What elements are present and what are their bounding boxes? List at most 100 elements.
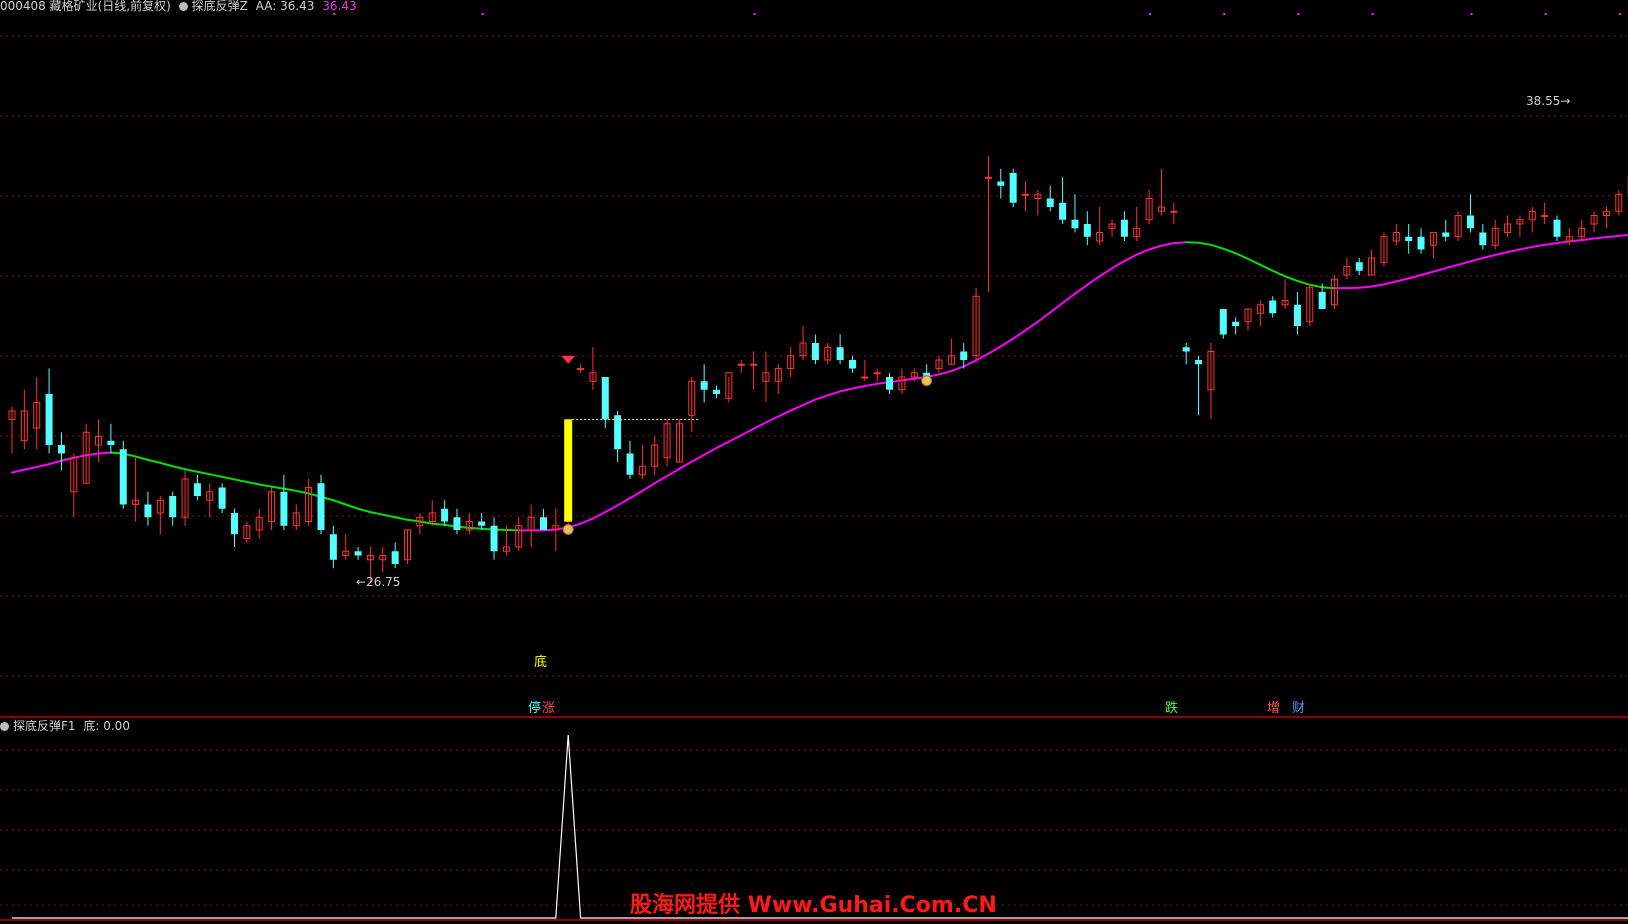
ma-segment — [1024, 320, 1039, 332]
candle — [861, 360, 869, 382]
candle — [614, 411, 622, 462]
candle-body — [1059, 202, 1067, 220]
candle-body — [478, 521, 486, 526]
ma-segment — [740, 427, 755, 437]
candle — [836, 334, 844, 365]
ma-segment — [1481, 254, 1497, 259]
ma-segment — [1420, 270, 1435, 276]
ma-segment — [851, 384, 866, 390]
candle — [997, 168, 1005, 199]
candle — [453, 508, 461, 535]
candle-body — [1009, 173, 1017, 203]
candle-body — [45, 394, 53, 445]
candle — [1133, 207, 1141, 241]
ma-segment — [1444, 263, 1460, 270]
ma-segment — [1036, 311, 1052, 323]
candle — [1182, 343, 1190, 365]
sub-indicator-name[interactable]: 探底反弹F1 — [13, 719, 76, 733]
ma-segment — [1234, 252, 1249, 260]
candle — [218, 483, 226, 513]
sub-grid — [0, 749, 1628, 906]
indicator-toggle-icon[interactable] — [178, 2, 188, 11]
ma-segment — [394, 516, 409, 521]
candle — [1244, 308, 1252, 331]
candle-body — [614, 415, 622, 450]
ma-segment — [1222, 247, 1237, 255]
ma-segment — [369, 511, 384, 516]
ma-segment — [196, 470, 211, 476]
candle — [886, 372, 894, 394]
candle — [626, 440, 634, 479]
ma-segment — [975, 352, 990, 362]
candle — [379, 547, 387, 573]
signal-dot — [1223, 13, 1226, 15]
ma-segment — [1271, 269, 1287, 278]
ma-segment — [999, 337, 1015, 348]
ma-segment — [159, 461, 174, 468]
candle — [490, 517, 498, 560]
ma-segment — [690, 453, 706, 463]
ma-segment — [332, 499, 347, 506]
ma-segment — [1432, 267, 1447, 273]
candle — [1528, 207, 1536, 233]
candle-body — [490, 525, 498, 552]
candle — [1195, 355, 1203, 416]
ma-segment — [245, 480, 261, 486]
rise-label: 涨 — [542, 701, 556, 716]
candle-body — [441, 508, 449, 522]
candle — [811, 334, 819, 365]
candle-body — [1083, 224, 1091, 237]
ma-segment — [468, 526, 483, 530]
candle — [478, 513, 486, 530]
candle-body — [700, 381, 708, 390]
candle — [848, 355, 856, 373]
ma-segment — [406, 518, 421, 523]
ma-segment — [678, 460, 693, 470]
candle — [156, 496, 164, 535]
candle-body — [317, 483, 325, 530]
ma-segment — [1469, 257, 1484, 263]
ma-segment — [134, 455, 149, 461]
stock-chart-canvas[interactable] — [0, 0, 1628, 924]
candle — [1046, 185, 1054, 212]
candle — [663, 419, 671, 467]
candle-body — [960, 351, 968, 360]
candle-body — [997, 181, 1005, 186]
ma-segment — [146, 458, 162, 464]
candle — [1392, 224, 1400, 246]
indicator-name[interactable]: 探底反弹Z — [192, 0, 248, 13]
candle — [799, 326, 807, 360]
ma-segment — [1148, 244, 1163, 251]
candle — [1429, 232, 1437, 258]
ma-segment — [233, 478, 248, 483]
candle-body — [107, 440, 115, 445]
candle-body — [1120, 219, 1128, 237]
candle — [169, 491, 177, 526]
ma-segment — [1556, 240, 1571, 245]
candle — [638, 445, 646, 479]
candle — [1009, 168, 1017, 207]
ma-segment — [641, 482, 656, 492]
candle — [688, 377, 696, 433]
candle — [1491, 219, 1499, 250]
candle — [206, 483, 214, 518]
candle — [391, 542, 399, 569]
sub-indicator-toggle-icon[interactable] — [0, 722, 9, 731]
candle — [1145, 190, 1153, 224]
signal-dot — [333, 13, 336, 15]
ma-segment — [221, 475, 236, 481]
ma-segment — [1605, 234, 1620, 239]
candle — [750, 351, 758, 390]
candle — [1108, 219, 1116, 237]
candle — [1541, 202, 1549, 224]
candle — [243, 521, 251, 543]
candle — [1306, 283, 1314, 326]
ma-segment — [703, 446, 718, 456]
candle-body — [1318, 292, 1326, 309]
candle-body — [1479, 232, 1487, 246]
candle-body — [836, 347, 844, 360]
candle — [255, 508, 263, 539]
ma-segment — [962, 359, 978, 368]
candle — [1331, 275, 1339, 309]
candle — [1380, 232, 1388, 267]
